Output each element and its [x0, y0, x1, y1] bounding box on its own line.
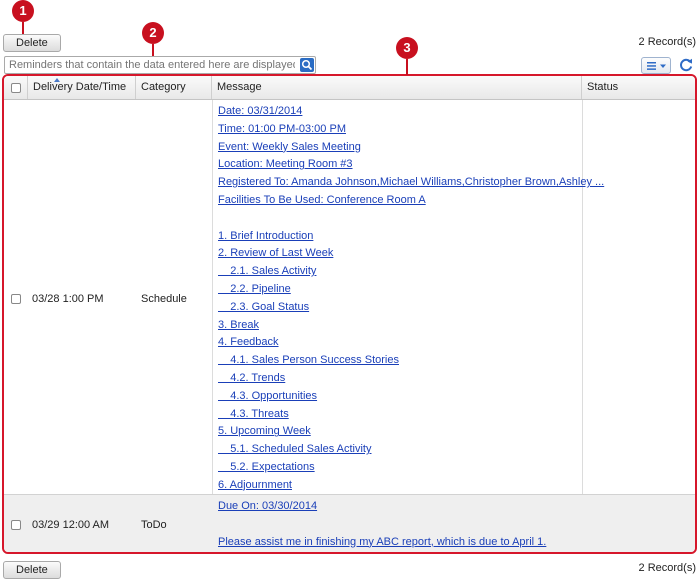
message-link[interactable]: Please assist me in finishing my ABC rep… [218, 536, 546, 548]
message-link[interactable]: 1. Brief Introduction [218, 230, 313, 242]
table-row[interactable]: 03/29 12:00 AM ToDo Due On: 03/30/2014 Pl… [4, 495, 695, 552]
message-link[interactable]: 2.2. Pipeline [218, 283, 291, 295]
header-message-label: Message [217, 81, 262, 93]
message-link[interactable]: 4. Feedback [218, 336, 279, 348]
row-select-checkbox[interactable] [11, 294, 21, 304]
message-link[interactable]: 2.3. Goal Status [218, 301, 309, 313]
header-delivery[interactable]: Delivery Date/Time [28, 76, 136, 99]
callout-leader-2 [152, 44, 154, 56]
record-count-top: 2 Record(s) [638, 36, 696, 48]
message-link[interactable]: Time: 01:00 PM-03:00 PM [218, 123, 346, 135]
table-header: Delivery Date/Time Category Message Stat… [4, 76, 695, 100]
reminder-list: Delivery Date/Time Category Message Stat… [2, 74, 697, 554]
message-link[interactable]: 4.3. Opportunities [218, 390, 317, 402]
header-message[interactable]: Message [212, 76, 582, 99]
sort-ascending-icon [54, 78, 60, 82]
message-link[interactable]: 4.1. Sales Person Success Stories [218, 354, 399, 366]
header-category[interactable]: Category [136, 76, 212, 99]
refresh-icon[interactable] [678, 57, 694, 73]
message-link[interactable]: 5. Upcoming Week [218, 425, 311, 437]
message-link[interactable]: Event: Weekly Sales Meeting [218, 141, 361, 153]
header-status-label: Status [587, 81, 619, 93]
search-icon[interactable] [300, 58, 314, 72]
delivery-cell: 03/29 12:00 AM [32, 519, 110, 531]
row-select-checkbox[interactable] [11, 520, 21, 530]
message-link[interactable]: 2.1. Sales Activity [218, 265, 316, 277]
message-link[interactable]: Registered To: Amanda Johnson,Michael Wi… [218, 176, 604, 188]
callout-badge-2: 2 [142, 22, 164, 44]
message-link[interactable]: 6. Adjournment [218, 479, 292, 491]
message-link[interactable]: 5.1. Scheduled Sales Activity [218, 443, 371, 455]
list-view-icon[interactable] [641, 57, 671, 74]
delete-button-top[interactable]: Delete [3, 34, 61, 52]
message-link[interactable]: Due On: 03/30/2014 [218, 500, 317, 512]
header-category-label: Category [141, 81, 186, 93]
select-all-checkbox[interactable] [11, 83, 21, 93]
header-status[interactable]: Status [582, 76, 695, 99]
table-row[interactable]: 03/28 1:00 PM Schedule Date: 03/31/2014 T… [4, 100, 695, 495]
message-link[interactable]: 4.3. Threats [218, 408, 289, 420]
message-link[interactable]: 4.2. Trends [218, 372, 285, 384]
search-input[interactable] [5, 57, 295, 73]
delete-button-bottom[interactable]: Delete [3, 561, 61, 579]
message-link[interactable]: Date: 03/31/2014 [218, 105, 302, 117]
callout-badge-1: 1 [12, 0, 34, 22]
message-link[interactable]: 3. Break [218, 319, 259, 331]
category-cell: Schedule [141, 293, 187, 305]
reminder-search-box [4, 56, 316, 74]
delivery-cell: 03/28 1:00 PM [32, 293, 104, 305]
callout-leader-3 [406, 59, 408, 75]
record-count-bottom: 2 Record(s) [638, 562, 696, 574]
message-link[interactable]: 2. Review of Last Week [218, 247, 333, 259]
message-link[interactable]: 5.2. Expectations [218, 461, 314, 473]
message-link[interactable]: Location: Meeting Room #3 [218, 158, 353, 170]
callout-leader-1 [22, 22, 24, 34]
message-link[interactable]: Facilities To Be Used: Conference Room A [218, 194, 426, 206]
callout-badge-3: 3 [396, 37, 418, 59]
header-delivery-label: Delivery Date/Time [33, 81, 127, 93]
category-cell: ToDo [141, 519, 167, 531]
header-select-cell [4, 76, 28, 99]
